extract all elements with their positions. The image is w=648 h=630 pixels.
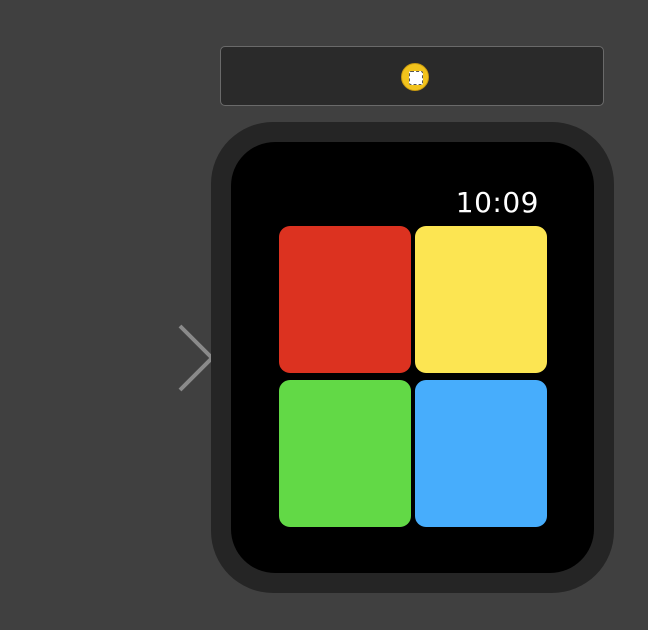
red-tile-button[interactable] <box>279 226 411 373</box>
interface-controller-icon[interactable] <box>401 63 429 91</box>
watch-frame: 10:09 <box>211 122 614 593</box>
blue-tile-button[interactable] <box>415 380 547 527</box>
watch-time: 10:09 <box>455 186 539 219</box>
scene-dock[interactable] <box>220 46 604 106</box>
color-grid <box>279 226 547 527</box>
controller-icon-inner <box>409 71 423 85</box>
green-tile-button[interactable] <box>279 380 411 527</box>
yellow-tile-button[interactable] <box>415 226 547 373</box>
watch-screen: 10:09 <box>231 142 594 573</box>
entry-point-arrow-icon[interactable] <box>0 320 220 396</box>
